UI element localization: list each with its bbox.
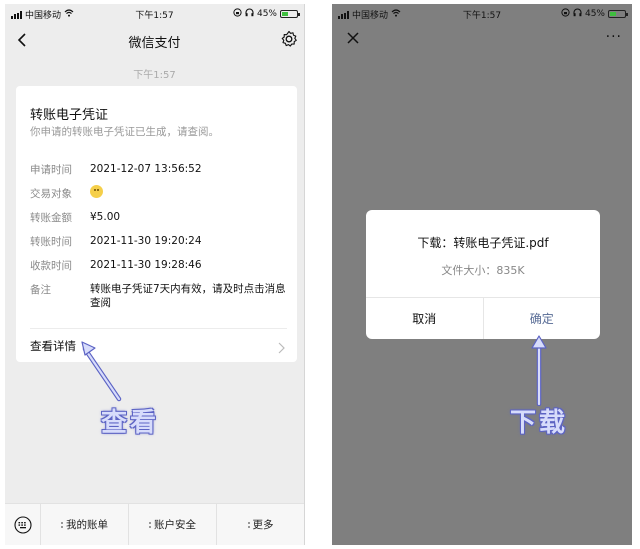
- menu-label: 更多: [252, 519, 274, 531]
- page-title: 微信支付: [128, 36, 181, 51]
- avatar-emoji-icon: [90, 185, 103, 198]
- menu-my-bills[interactable]: 我的账单: [41, 504, 129, 545]
- annotation-view: 查看: [101, 408, 160, 438]
- row-key: 转账时间: [30, 236, 72, 248]
- row-key: 交易对象: [30, 188, 72, 200]
- menu-label: 账户安全: [154, 519, 196, 531]
- headphones-icon: [573, 8, 582, 20]
- status-right: 45%: [561, 8, 628, 20]
- lock-rotation-icon: [561, 8, 570, 20]
- chevron-right-icon: [277, 339, 285, 354]
- status-bar: 中国移动 下午1:57 45%: [332, 4, 632, 22]
- battery-icon: [608, 10, 628, 18]
- row-key: 收款时间: [30, 260, 72, 272]
- row-value: 2021-12-07 13:56:52: [90, 163, 202, 175]
- right-screen: 中国移动 下午1:57 45% ··· 下载：转账电子凭证.pdf 文件大小：8…: [332, 4, 632, 545]
- lock-rotation-icon: [233, 8, 242, 20]
- view-details-link[interactable]: 查看详情: [30, 338, 76, 354]
- menu-more[interactable]: 更多: [217, 504, 304, 545]
- download-dialog: 下载：转账电子凭证.pdf 文件大小：835K 取消 确定: [366, 210, 600, 339]
- card-title: 转账电子凭证: [30, 108, 109, 123]
- menu-label: 我的账单: [66, 519, 108, 531]
- annotation-arrow-icon: [531, 335, 547, 406]
- left-screen: 中国移动 下午1:57 45% 微信支付 下午1:57 转账电子凭证 你申请的转…: [5, 4, 305, 545]
- status-bar: 中国移动 下午1:57 45%: [5, 4, 304, 22]
- row-value: [90, 185, 290, 203]
- headphones-icon: [245, 8, 254, 20]
- more-options-icon[interactable]: ···: [606, 30, 622, 44]
- row-value: ¥5.00: [90, 211, 121, 223]
- bottom-menu: 我的账单 账户安全 更多: [5, 503, 304, 545]
- gear-icon[interactable]: [280, 30, 298, 48]
- card-divider: [30, 328, 287, 329]
- voucher-card[interactable]: 转账电子凭证 你申请的转账电子凭证已生成，请查阅。 申请时间 2021-12-0…: [16, 86, 297, 362]
- battery-icon: [280, 10, 300, 18]
- menu-dots-icon: [61, 521, 63, 528]
- row-value: 2021-11-30 19:28:46: [90, 259, 202, 271]
- annotation-arrow-icon: [81, 341, 122, 402]
- battery-percent: 45%: [584, 9, 605, 19]
- file-size: 文件大小：835K: [441, 264, 525, 277]
- menu-dots-icon: [247, 521, 250, 528]
- row-key: 备注: [30, 284, 51, 296]
- dialog-buttons: 取消 确定: [366, 297, 600, 339]
- annotation-download: 下载: [510, 408, 569, 438]
- confirm-button[interactable]: 确定: [484, 298, 601, 339]
- card-subtitle: 你申请的转账电子凭证已生成，请查阅。: [30, 126, 219, 138]
- dialog-title: 下载：转账电子凭证.pdf: [417, 236, 549, 250]
- menu-account-security[interactable]: 账户安全: [129, 504, 217, 545]
- battery-percent: 45%: [256, 9, 277, 19]
- message-timestamp: 下午1:57: [133, 70, 176, 81]
- row-key: 申请时间: [30, 164, 72, 176]
- keyboard-icon[interactable]: [5, 504, 41, 545]
- row-value: 转账电子凭证7天内有效，请及时点击消息查阅: [90, 283, 286, 309]
- row-key: 转账金额: [30, 212, 72, 224]
- status-right: 45%: [233, 8, 300, 20]
- nav-bar: 微信支付: [5, 22, 304, 58]
- close-icon[interactable]: [346, 30, 360, 44]
- cancel-button[interactable]: 取消: [366, 298, 484, 339]
- row-value: 2021-11-30 19:20:24: [90, 235, 202, 247]
- menu-dots-icon: [149, 521, 151, 528]
